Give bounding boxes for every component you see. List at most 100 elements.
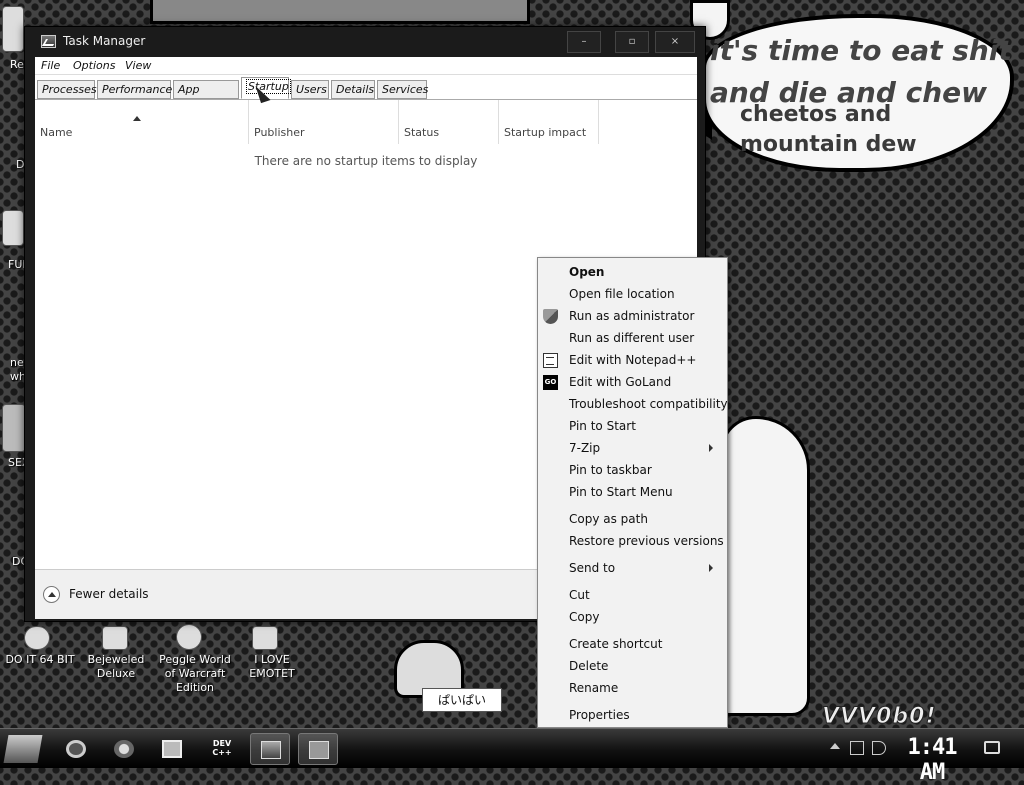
tab-services-label: Services	[382, 83, 429, 96]
desktop-icon-left-5[interactable]	[2, 404, 26, 452]
wallpaper-sticker-caption: ぱいぱい	[422, 688, 502, 712]
desktop-icon-label-left-1: Re	[10, 58, 24, 71]
menu-item-open-file-location[interactable]: Open file location	[538, 283, 727, 305]
menu-item-run-as-administrator[interactable]: Run as administrator	[538, 305, 727, 327]
desktop-icon-left-1[interactable]	[2, 6, 24, 52]
wallpaper-figure-topstrip	[150, 0, 530, 24]
menu-item-restore-previous-versions-label: Restore previous versions	[569, 534, 724, 548]
network-icon[interactable]	[850, 741, 864, 755]
column-header-publisher[interactable]: Publisher	[249, 100, 399, 144]
menu-item-pin-to-start[interactable]: Pin to Start	[538, 415, 727, 437]
menu-item-pin-to-taskbar[interactable]: Pin to taskbar	[538, 459, 727, 481]
menu-item-edit-goland-label: Edit with GoLand	[569, 375, 672, 389]
action-center-notification-icon[interactable]	[984, 741, 1000, 754]
menu-item-properties[interactable]: Properties	[538, 704, 727, 726]
menu-item-rename[interactable]: Rename	[538, 677, 727, 699]
menu-item-delete-label: Delete	[569, 659, 609, 673]
empty-list-message: There are no startup items to display	[254, 154, 478, 168]
menu-item-cut-label: Cut	[569, 588, 590, 602]
doit64-icon[interactable]	[24, 626, 50, 650]
taskbar-chrome[interactable]	[56, 733, 96, 765]
tab-details[interactable]: Details	[331, 80, 375, 99]
desktop-icon-emotet[interactable]: I LOVE EMOTET	[232, 653, 312, 681]
menu-item-open-file-location-label: Open file location	[569, 287, 675, 301]
emotet-icon[interactable]	[252, 626, 278, 650]
column-header-name[interactable]: Name	[35, 100, 249, 144]
tab-performance[interactable]: Performance	[97, 80, 173, 99]
peggle-icon[interactable]	[176, 624, 202, 650]
menu-item-edit-notepad[interactable]: Edit with Notepad++	[538, 349, 727, 371]
fewer-details-link[interactable]: Fewer details	[69, 587, 149, 601]
taskbar: DEV C++ 1:41 AM	[0, 728, 1024, 785]
menu-item-pin-to-start-label: Pin to Start	[569, 419, 636, 433]
context-menu: Open Open file location Run as administr…	[537, 257, 728, 728]
column-header-impact[interactable]: Startup impact	[499, 100, 599, 144]
menu-item-delete[interactable]: Delete	[538, 655, 727, 677]
taskbar-app-other[interactable]	[298, 733, 338, 765]
menu-item-restore-previous-versions[interactable]: Restore previous versions	[538, 530, 727, 552]
taskbar-firefox[interactable]	[104, 733, 144, 765]
menu-item-cut[interactable]: Cut	[538, 584, 727, 606]
menu-item-pin-to-taskbar-label: Pin to taskbar	[569, 463, 652, 477]
menu-file[interactable]: File	[41, 59, 60, 72]
menu-item-copy-as-path[interactable]: Copy as path	[538, 508, 727, 530]
show-hidden-icons-chevron-up-icon[interactable]	[830, 743, 840, 749]
desktop-icon-peggle[interactable]: Peggle World of Warcraft Edition	[154, 653, 236, 695]
taskbar-task-manager[interactable]	[250, 733, 290, 765]
menu-item-rename-label: Rename	[569, 681, 619, 695]
menu-item-send-to-label: Send to	[569, 561, 616, 575]
menu-item-create-shortcut[interactable]: Create shortcut	[538, 633, 727, 655]
menu-view[interactable]: View	[125, 59, 151, 72]
column-header-name-label: Name	[40, 126, 73, 139]
tab-performance-label: Performance	[102, 83, 173, 96]
menu-item-send-to[interactable]: Send to	[538, 557, 727, 579]
firefox-icon	[114, 740, 134, 758]
collapse-chevron-up-icon[interactable]	[43, 586, 60, 603]
menu-item-troubleshoot-compatibility-label: Troubleshoot compatibility	[569, 397, 728, 411]
tab-users-label: Users	[296, 83, 327, 96]
menu-item-copy-label: Copy	[569, 610, 600, 624]
desktop-icon-doit64[interactable]: DO IT 64 BIT	[4, 653, 76, 667]
tab-strip: Processes Performance App history Startu…	[35, 75, 697, 113]
menu-item-7zip[interactable]: 7-Zip	[538, 437, 727, 459]
column-header-publisher-label: Publisher	[254, 126, 305, 139]
menu-item-run-as-different-user[interactable]: Run as different user	[538, 327, 727, 349]
tab-services[interactable]: Services	[377, 80, 429, 99]
column-header-status[interactable]: Status	[399, 100, 499, 144]
wallpaper-watermark: VVV0b0!	[821, 704, 937, 730]
maximize-button[interactable]: ▫	[615, 31, 649, 53]
menu-item-edit-goland[interactable]: GO Edit with GoLand	[538, 371, 727, 393]
column-header-impact-label: Startup impact	[504, 126, 587, 139]
menu-item-copy-as-path-label: Copy as path	[569, 512, 648, 526]
system-clock[interactable]: 1:41 AM	[896, 735, 968, 785]
submenu-arrow-icon	[709, 564, 713, 572]
menu-item-troubleshoot-compatibility[interactable]: Troubleshoot compatibility	[538, 393, 728, 415]
bejeweled-icon[interactable]	[102, 626, 128, 650]
taskbar-file-explorer[interactable]	[152, 733, 192, 765]
uac-shield-icon	[543, 309, 558, 324]
menu-item-7zip-label: 7-Zip	[569, 441, 601, 455]
task-manager-taskbar-icon	[261, 741, 281, 759]
close-button[interactable]: ×	[655, 31, 695, 53]
menu-item-copy[interactable]: Copy	[538, 606, 727, 628]
desktop-icon-left-3[interactable]	[2, 210, 24, 246]
task-manager-icon	[41, 35, 56, 48]
speech-line-4: mountain dew	[740, 132, 917, 157]
desktop-icon-bejeweled[interactable]: Bejeweled Deluxe	[86, 653, 146, 681]
minimize-button[interactable]: –	[567, 31, 601, 53]
submenu-arrow-icon	[709, 444, 713, 452]
window-stack-icon	[309, 741, 329, 759]
menu-options[interactable]: Options	[73, 59, 115, 72]
menu-item-pin-to-start-menu[interactable]: Pin to Start Menu	[538, 481, 727, 503]
start-button[interactable]	[3, 735, 43, 763]
menu-item-edit-notepad-label: Edit with Notepad++	[569, 353, 697, 367]
speaker-volume-icon[interactable]	[872, 741, 886, 755]
taskbar-devcpp[interactable]: DEV C++	[202, 733, 242, 765]
tab-processes[interactable]: Processes	[37, 80, 97, 99]
tab-users[interactable]: Users	[291, 80, 329, 99]
speech-line-1: it's time to eat shit	[710, 34, 1012, 67]
menu-item-open[interactable]: Open	[538, 261, 727, 283]
tab-app-history[interactable]: App history	[173, 80, 239, 113]
menu-item-properties-label: Properties	[569, 708, 630, 722]
title-bar[interactable]: Task Manager – ▫ ×	[25, 27, 705, 57]
